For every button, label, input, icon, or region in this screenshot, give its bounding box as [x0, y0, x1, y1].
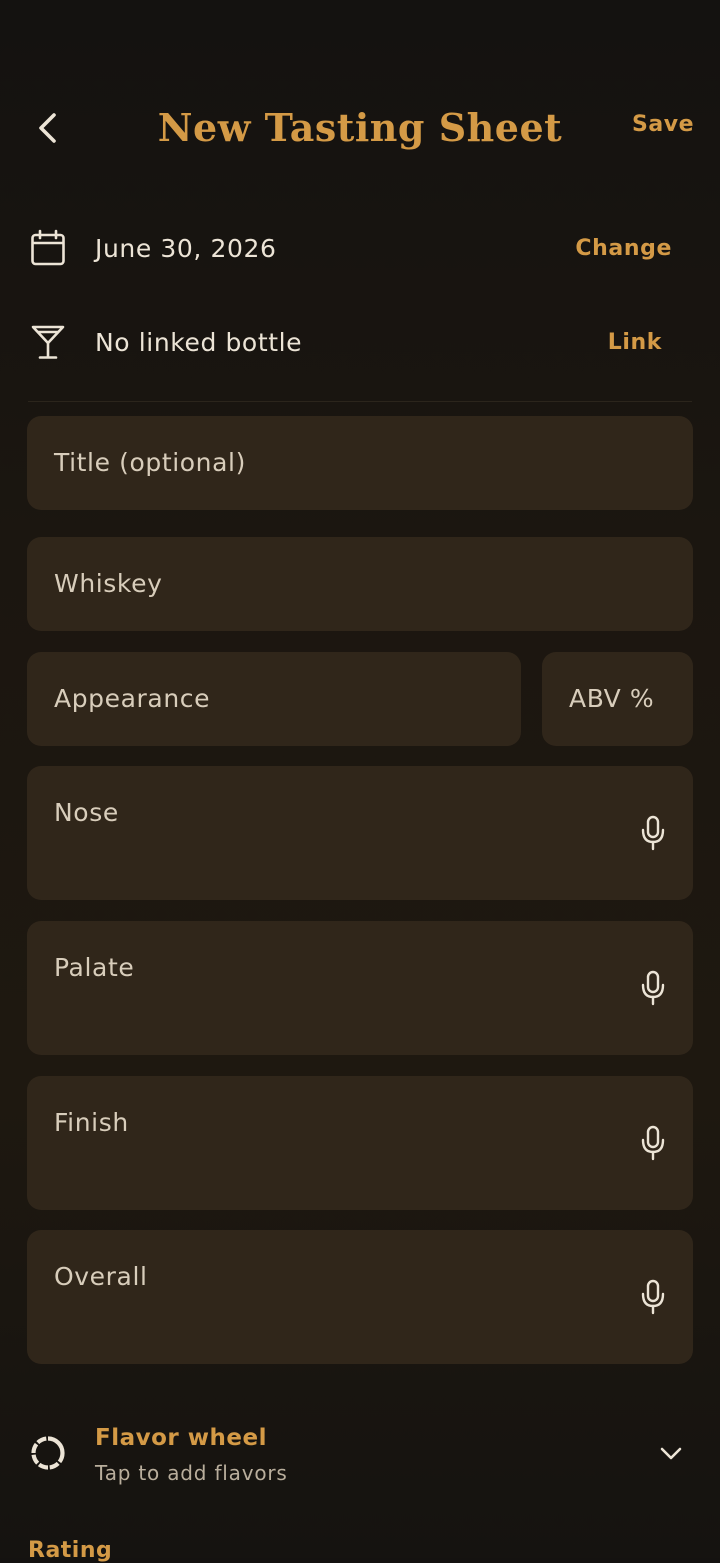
title-placeholder: Title (optional)	[54, 448, 246, 477]
linked-bottle-row: No linked bottle Link	[28, 312, 692, 372]
save-button[interactable]: Save	[632, 112, 694, 137]
flavor-wheel-title: Flavor wheel	[95, 1425, 267, 1451]
chevron-left-icon	[39, 113, 56, 143]
flavor-wheel-icon	[28, 1433, 68, 1473]
page-title: New Tasting Sheet	[157, 105, 563, 150]
abv-placeholder: ABV %	[569, 684, 655, 713]
palate-microphone-icon[interactable]	[639, 970, 667, 1006]
abv-input[interactable]: ABV %	[542, 652, 693, 746]
change-date-button[interactable]: Change	[575, 236, 692, 261]
overall-placeholder: Overall	[54, 1262, 148, 1291]
nose-microphone-icon[interactable]	[639, 815, 667, 851]
overall-input[interactable]: Overall	[27, 1230, 693, 1364]
link-bottle-button[interactable]: Link	[608, 330, 692, 355]
calendar-icon	[28, 228, 68, 268]
finish-microphone-icon[interactable]	[639, 1125, 667, 1161]
rating-section-label: Rating	[28, 1538, 113, 1563]
appearance-placeholder: Appearance	[54, 684, 211, 713]
appearance-input[interactable]: Appearance	[27, 652, 521, 746]
palate-input[interactable]: Palate	[27, 921, 693, 1055]
title-input[interactable]: Title (optional)	[27, 416, 693, 510]
cocktail-glass-icon	[28, 322, 68, 362]
top-app-bar: New Tasting Sheet Save	[0, 88, 720, 168]
flavor-wheel-subtitle: Tap to add flavors	[95, 1461, 288, 1485]
tasting-date: June 30, 2026	[95, 233, 277, 263]
finish-input[interactable]: Finish	[27, 1076, 693, 1210]
nose-input[interactable]: Nose	[27, 766, 693, 900]
finish-placeholder: Finish	[54, 1108, 129, 1137]
back-button[interactable]	[26, 106, 70, 150]
nose-placeholder: Nose	[54, 798, 119, 827]
flavor-wheel-toggle[interactable]: Flavor wheel Tap to add flavors	[28, 1418, 692, 1488]
chevron-down-icon	[658, 1440, 684, 1466]
palate-placeholder: Palate	[54, 953, 135, 982]
overall-microphone-icon[interactable]	[639, 1279, 667, 1315]
section-divider	[28, 401, 692, 402]
linked-bottle-status: No linked bottle	[95, 327, 303, 357]
date-row: June 30, 2026 Change	[28, 218, 692, 278]
whiskey-input[interactable]: Whiskey	[27, 537, 693, 631]
whiskey-placeholder: Whiskey	[54, 569, 163, 598]
